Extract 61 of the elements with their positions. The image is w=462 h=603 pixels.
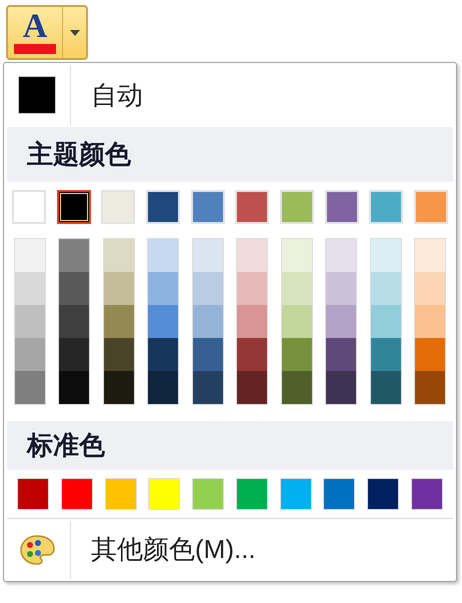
color-swatch[interactable] — [282, 370, 312, 404]
color-swatch[interactable] — [326, 370, 356, 404]
color-swatch[interactable] — [414, 304, 445, 338]
color-swatch[interactable] — [148, 370, 178, 404]
color-swatch[interactable] — [148, 304, 178, 338]
color-swatch[interactable] — [326, 304, 356, 338]
color-swatch[interactable] — [192, 338, 223, 371]
automatic-label: 自动 — [91, 78, 143, 112]
color-swatch[interactable] — [237, 272, 268, 305]
automatic-item[interactable]: 自动 — [4, 63, 456, 128]
color-swatch[interactable] — [370, 238, 400, 272]
color-swatch[interactable] — [326, 238, 356, 272]
color-swatch[interactable] — [282, 272, 312, 305]
color-swatch[interactable] — [148, 272, 178, 305]
color-swatch[interactable] — [104, 304, 134, 338]
color-swatch[interactable] — [148, 238, 178, 272]
color-swatch[interactable] — [192, 272, 223, 305]
font-color-button[interactable]: A — [6, 5, 88, 60]
color-swatch[interactable] — [282, 338, 312, 371]
color-swatch[interactable] — [104, 238, 134, 272]
color-swatch[interactable] — [237, 338, 268, 371]
color-swatch[interactable] — [282, 238, 312, 272]
color-swatch[interactable] — [59, 238, 90, 272]
color-swatch[interactable] — [59, 304, 90, 338]
color-swatch[interactable] — [237, 370, 268, 404]
color-swatch[interactable] — [282, 304, 312, 338]
color-swatch[interactable] — [104, 370, 134, 404]
color-swatch[interactable] — [104, 272, 134, 305]
color-swatch[interactable] — [326, 272, 356, 305]
color-swatch[interactable] — [192, 238, 223, 272]
color-swatch[interactable] — [192, 370, 223, 404]
color-swatch[interactable] — [59, 338, 90, 371]
color-swatch[interactable] — [56, 190, 91, 224]
color-swatch[interactable] — [104, 338, 134, 371]
color-swatch[interactable] — [370, 338, 400, 371]
color-swatch[interactable] — [15, 370, 45, 404]
color-swatch[interactable] — [192, 304, 223, 338]
color-swatch[interactable] — [15, 238, 45, 272]
more-colors-label: 其他颜色(M)... — [91, 533, 256, 566]
color-swatch[interactable] — [414, 370, 445, 404]
section-title: 主题颜色 — [27, 138, 131, 172]
color-swatch[interactable] — [15, 304, 45, 338]
color-swatch[interactable] — [414, 238, 445, 272]
color-swatch[interactable] — [237, 304, 268, 338]
color-swatch[interactable] — [237, 238, 268, 272]
palette-icon — [19, 534, 55, 566]
color-swatch[interactable] — [59, 370, 90, 404]
color-swatch[interactable] — [370, 304, 400, 338]
color-swatch[interactable] — [326, 338, 356, 371]
color-swatch[interactable] — [59, 272, 90, 305]
color-swatch[interactable] — [414, 338, 445, 371]
color-swatch[interactable] — [15, 338, 45, 371]
section-title: 标准色 — [27, 428, 105, 462]
color-swatch[interactable] — [414, 272, 445, 305]
color-swatch[interactable] — [370, 370, 400, 404]
color-swatch[interactable] — [15, 272, 45, 305]
color-swatch[interactable] — [148, 338, 178, 371]
letter-icon: A — [22, 12, 48, 42]
color-swatch[interactable] — [370, 272, 400, 305]
more-colors-item[interactable]: 其他颜色(M)... — [4, 518, 456, 582]
caret-icon — [70, 30, 80, 36]
